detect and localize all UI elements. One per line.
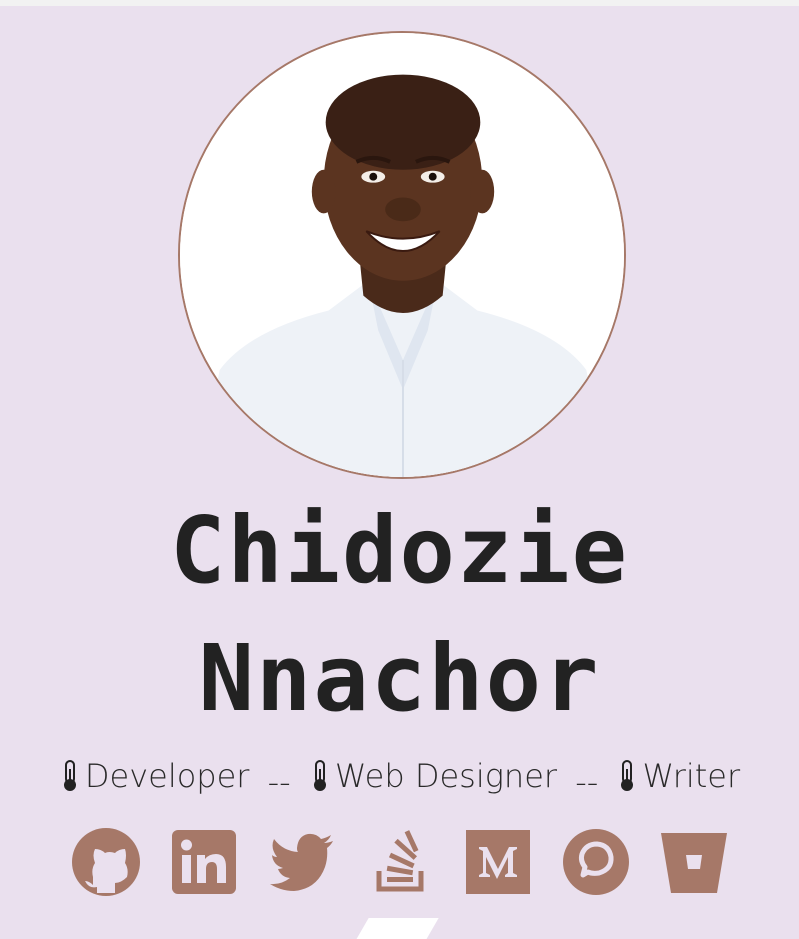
thermometer-icon (63, 760, 76, 791)
role-label: Developer (84, 757, 250, 795)
role-developer: Developer (59, 757, 250, 795)
avatar (178, 31, 626, 479)
decorative-shape (351, 918, 439, 939)
roles-line: Developer -- Web Designer -- Writer (0, 757, 799, 801)
stackoverflow-icon (376, 830, 423, 892)
role-separator: -- (575, 763, 599, 801)
linkedin-icon (171, 830, 236, 894)
bucket-link[interactable] (658, 826, 730, 898)
chat-bubble-icon (562, 829, 629, 895)
twitter-link[interactable] (266, 826, 338, 898)
twitter-icon (269, 833, 333, 891)
first-name: Chidozie (169, 497, 630, 604)
social-links (0, 826, 799, 898)
linkedin-link[interactable] (168, 826, 240, 898)
avatar-photo (180, 33, 624, 477)
profile-page: Chidozie Nnachor Developer -- Web Design… (0, 0, 799, 939)
last-name: Nnachor (198, 625, 601, 732)
role-separator: -- (267, 763, 291, 801)
thermometer-icon (621, 760, 634, 791)
thermometer-icon (313, 760, 326, 791)
github-icon (71, 828, 140, 896)
role-web-designer: Web Designer (309, 757, 557, 795)
chat-link[interactable] (560, 826, 632, 898)
role-writer: Writer (616, 757, 740, 795)
role-label: Web Designer (334, 757, 558, 795)
github-link[interactable] (70, 826, 142, 898)
medium-link[interactable] (462, 826, 534, 898)
stackoverflow-link[interactable] (364, 826, 436, 898)
top-strip (0, 0, 799, 6)
medium-icon (465, 830, 530, 894)
bucket-icon (660, 833, 727, 893)
role-label: Writer (642, 757, 741, 795)
